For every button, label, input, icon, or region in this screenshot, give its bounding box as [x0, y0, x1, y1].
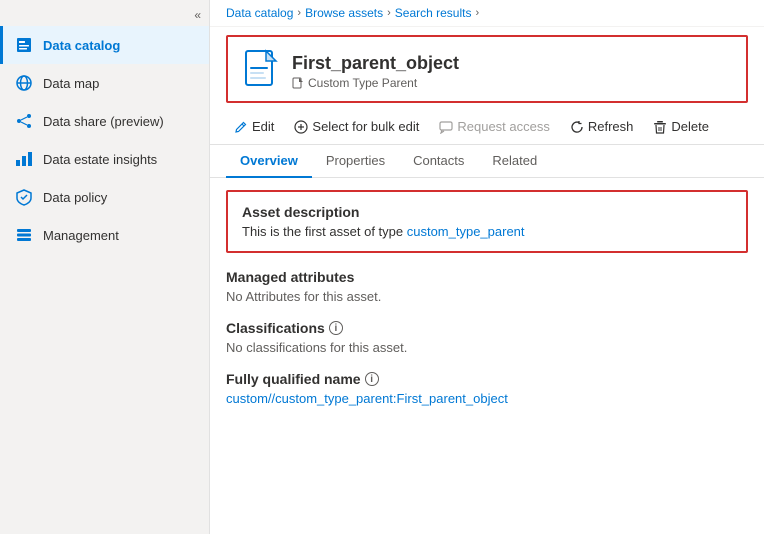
- classifications-section: Classifications i No classifications for…: [226, 320, 748, 355]
- toolbar: Edit Select for bulk edit Request access…: [210, 109, 764, 145]
- data-policy-icon: [15, 188, 33, 206]
- data-map-icon: [15, 74, 33, 92]
- edit-button[interactable]: Edit: [226, 115, 282, 138]
- data-share-icon: [15, 112, 33, 130]
- delete-button[interactable]: Delete: [645, 115, 717, 138]
- sidebar-item-data-map[interactable]: Data map: [0, 64, 209, 102]
- classifications-label: Classifications i: [226, 320, 748, 336]
- main-content: Data catalog › Browse assets › Search re…: [210, 0, 764, 534]
- data-catalog-icon: [15, 36, 33, 54]
- classifications-info-icon: i: [329, 321, 343, 335]
- fully-qualified-name-section: Fully qualified name i custom//custom_ty…: [226, 371, 748, 406]
- tab-properties[interactable]: Properties: [312, 145, 399, 178]
- delete-icon: [653, 120, 667, 134]
- classifications-empty: No classifications for this asset.: [226, 340, 748, 355]
- description-link[interactable]: custom_type_parent: [407, 224, 525, 239]
- description-text-part: This is the first asset of type: [242, 224, 407, 239]
- tab-related[interactable]: Related: [478, 145, 551, 178]
- sidebar-item-data-policy[interactable]: Data policy: [0, 178, 209, 216]
- tabs: Overview Properties Contacts Related: [210, 145, 764, 178]
- fully-qualified-name-value: custom//custom_type_parent:First_parent_…: [226, 391, 748, 406]
- breadcrumb-sep-1: ›: [297, 7, 301, 19]
- sidebar-item-label: Data catalog: [43, 38, 120, 53]
- asset-subtitle: Custom Type Parent: [292, 76, 459, 90]
- chat-icon: [439, 120, 453, 134]
- managed-attributes-label: Managed attributes: [226, 269, 748, 285]
- description-body: This is the first asset of type custom_t…: [242, 224, 732, 239]
- asset-header: First_parent_object Custom Type Parent: [226, 35, 748, 103]
- managed-attributes-empty: No Attributes for this asset.: [226, 289, 748, 304]
- subtitle-icon: [292, 77, 304, 89]
- edit-icon: [234, 120, 248, 134]
- sidebar-item-label: Data share (preview): [43, 114, 164, 129]
- request-access-button[interactable]: Request access: [431, 115, 558, 138]
- breadcrumb-sep-3: ›: [475, 7, 479, 19]
- fully-qualified-name-info-icon: i: [365, 372, 379, 386]
- refresh-icon: [570, 120, 584, 134]
- fully-qualified-name-label: Fully qualified name i: [226, 371, 748, 387]
- breadcrumb: Data catalog › Browse assets › Search re…: [210, 0, 764, 27]
- sidebar-item-data-share[interactable]: Data share (preview): [0, 102, 209, 140]
- asset-description-box: Asset description This is the first asse…: [226, 190, 748, 253]
- breadcrumb-sep-2: ›: [387, 7, 391, 19]
- tab-overview[interactable]: Overview: [226, 145, 312, 178]
- description-title: Asset description: [242, 204, 732, 220]
- breadcrumb-browse-assets[interactable]: Browse assets: [305, 6, 383, 20]
- asset-name: First_parent_object: [292, 53, 459, 74]
- sidebar-item-label: Data estate insights: [43, 152, 157, 167]
- sidebar-item-label: Data policy: [43, 190, 107, 205]
- bulk-edit-button[interactable]: Select for bulk edit: [286, 115, 427, 138]
- breadcrumb-search-results[interactable]: Search results: [395, 6, 472, 20]
- asset-file-icon: [244, 49, 280, 93]
- refresh-button[interactable]: Refresh: [562, 115, 642, 138]
- asset-type: Custom Type Parent: [308, 76, 417, 90]
- plus-circle-icon: [294, 120, 308, 134]
- sidebar-item-data-estate[interactable]: Data estate insights: [0, 140, 209, 178]
- sidebar-item-data-catalog[interactable]: Data catalog: [0, 26, 209, 64]
- management-icon: [15, 226, 33, 244]
- tab-contacts[interactable]: Contacts: [399, 145, 478, 178]
- sidebar: « Data catalog Data map: [0, 0, 210, 534]
- asset-title-block: First_parent_object Custom Type Parent: [292, 53, 459, 90]
- sidebar-item-management[interactable]: Management: [0, 216, 209, 254]
- overview-content: Asset description This is the first asse…: [210, 178, 764, 534]
- managed-attributes-section: Managed attributes No Attributes for thi…: [226, 269, 748, 304]
- sidebar-item-label: Data map: [43, 76, 99, 91]
- sidebar-collapse-button[interactable]: «: [0, 4, 209, 26]
- breadcrumb-data-catalog[interactable]: Data catalog: [226, 6, 293, 20]
- data-estate-icon: [15, 150, 33, 168]
- sidebar-item-label: Management: [43, 228, 119, 243]
